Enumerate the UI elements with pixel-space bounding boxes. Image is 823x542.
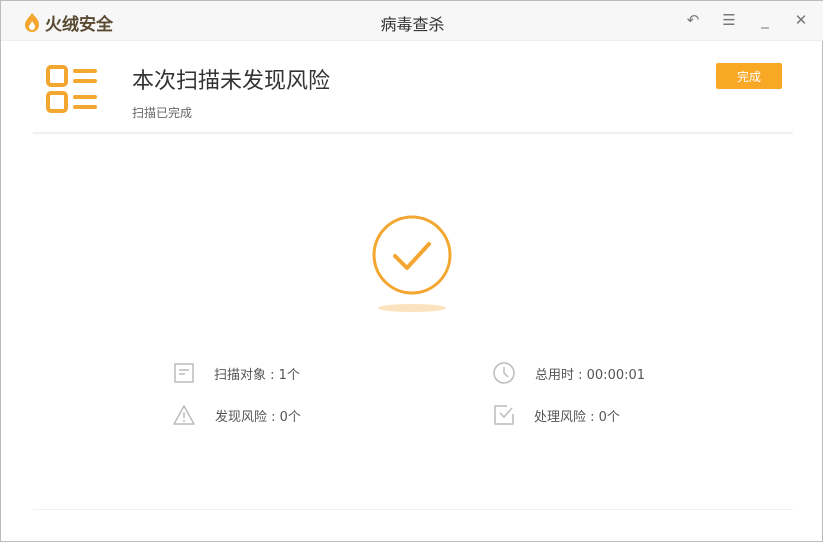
minimize-icon[interactable]: _ <box>756 11 774 29</box>
stat-risks-found: 发现风险 : 0个 <box>173 405 301 425</box>
close-icon[interactable]: ✕ <box>792 11 810 29</box>
warning-icon <box>173 405 195 425</box>
stat-label: 扫描对象 : 1个 <box>214 367 300 383</box>
menu-icon[interactable]: ☰ <box>720 11 738 29</box>
result-subtitle: 扫描已完成 <box>132 106 193 120</box>
stat-risks-handled: 处理风险 : 0个 <box>494 405 620 425</box>
back-icon[interactable]: ↶ <box>684 11 702 29</box>
check-shadow <box>378 304 446 312</box>
done-button[interactable]: 完成 <box>716 63 782 89</box>
checkbox-icon <box>494 405 514 425</box>
stat-label: 总用时 : 00:00:01 <box>535 367 646 383</box>
bottom-divider <box>33 509 793 510</box>
document-icon <box>174 363 194 383</box>
clock-icon <box>493 362 515 384</box>
stat-label: 发现风险 : 0个 <box>215 409 301 425</box>
title-bar: 火绒安全 病毒查杀 ↶ ☰ _ ✕ <box>1 1 823 41</box>
divider <box>33 132 793 134</box>
list-icon <box>46 65 97 113</box>
stat-scanned: 扫描对象 : 1个 <box>174 363 300 383</box>
result-title: 本次扫描未发现风险 <box>132 69 331 94</box>
stat-duration: 总用时 : 00:00:01 <box>493 362 645 384</box>
success-check-icon <box>372 215 452 295</box>
stat-label: 处理风险 : 0个 <box>534 409 620 425</box>
